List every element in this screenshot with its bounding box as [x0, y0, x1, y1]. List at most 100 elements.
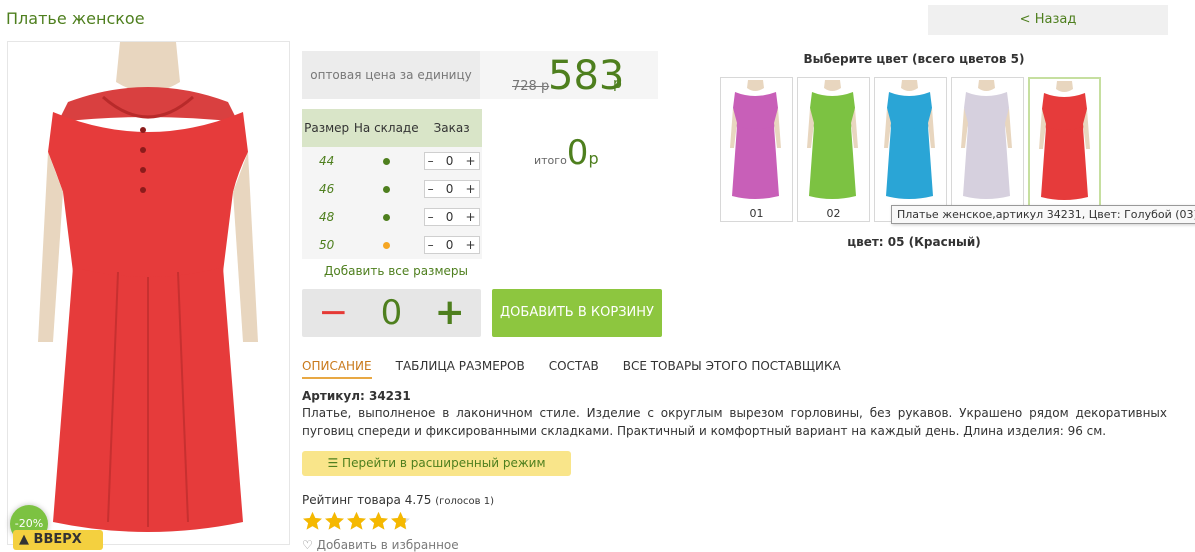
size-minus-button[interactable]: –	[428, 182, 434, 196]
size-row: 48 –0 +	[302, 203, 482, 231]
product-tabs: ОПИСАНИЕ ТАБЛИЦА РАЗМЕРОВ СОСТАВ ВСЕ ТОВ…	[302, 359, 841, 379]
quantity-minus-button[interactable]: −	[318, 295, 348, 331]
order-header: Заказ	[421, 109, 482, 147]
total-currency: р	[588, 149, 599, 168]
size-minus-button[interactable]: –	[428, 210, 434, 224]
rating-label: Рейтинг товара 4.75	[302, 493, 432, 507]
swatch-label: 02	[826, 207, 841, 220]
list-icon: ☰	[327, 456, 343, 470]
total-value: 0	[566, 133, 589, 173]
price-box: оптовая цена за единицу 728 р 583 р	[302, 51, 658, 99]
size-value: 46	[302, 175, 352, 203]
stock-cell	[351, 203, 422, 231]
size-plus-button[interactable]: +	[466, 238, 476, 252]
favorite-link[interactable]: ♡ Добавить в избранное	[302, 538, 459, 552]
size-qty-value[interactable]: 0	[446, 182, 454, 196]
price-currency: р	[613, 76, 622, 92]
size-qty-value[interactable]: 0	[446, 238, 454, 252]
swatch-dress-image	[1039, 81, 1090, 200]
arrow-up-icon: ▲	[19, 532, 34, 547]
page-title: Платье женское	[6, 9, 145, 28]
selected-color-label: цвет: 05 (Красный)	[847, 235, 981, 249]
scroll-top-label: ВВЕРХ	[33, 532, 82, 547]
color-swatch[interactable]	[1028, 77, 1101, 222]
swatch-label: 01	[749, 207, 764, 220]
color-chooser-title: Выберите цвет (всего цветов 5)	[803, 52, 1025, 66]
old-price: 728 р	[512, 79, 550, 94]
size-qty-value[interactable]: 0	[446, 154, 454, 168]
size-minus-button[interactable]: –	[428, 154, 434, 168]
size-plus-button[interactable]: +	[466, 182, 476, 196]
swatch-dress-image	[730, 80, 781, 199]
size-value: 50	[302, 231, 352, 259]
size-plus-button[interactable]: +	[466, 210, 476, 224]
tab-description[interactable]: ОПИСАНИЕ	[302, 359, 372, 379]
size-row: 50 –0 +	[302, 231, 482, 259]
size-minus-button[interactable]: –	[428, 238, 434, 252]
size-qty-stepper: –0 +	[423, 236, 480, 254]
stock-cell	[351, 231, 422, 259]
star-icon[interactable]	[390, 511, 411, 532]
quantity-plus-button[interactable]: +	[435, 295, 465, 331]
price-label: оптовая цена за единицу	[302, 51, 480, 99]
favorite-label: Добавить в избранное	[316, 538, 459, 552]
size-table: Размер На складе Заказ 44–0 +46–0 +48–0 +50…	[302, 109, 482, 259]
stock-indicator-icon	[382, 186, 390, 193]
size-header: Размер	[302, 109, 352, 147]
size-value: 48	[302, 203, 352, 231]
size-qty-stepper: –0 +	[423, 152, 480, 170]
stock-indicator-icon	[382, 242, 390, 249]
scroll-top-button[interactable]: ▲ ВВЕРХ	[13, 530, 103, 550]
advanced-mode-button[interactable]: ☰ Перейти в расширенный режим	[302, 451, 571, 476]
advanced-mode-label: Перейти в расширенный режим	[342, 456, 546, 470]
rating-text: Рейтинг товара 4.75 (голосов 1)	[302, 493, 494, 507]
tab-composition[interactable]: СОСТАВ	[549, 359, 599, 379]
heart-icon: ♡	[302, 538, 317, 552]
star-icon[interactable]	[324, 511, 345, 532]
color-swatch[interactable]	[874, 77, 947, 222]
order-cell: –0 +	[421, 175, 482, 203]
add-all-sizes-link[interactable]: Добавить все размеры	[324, 264, 468, 278]
rating-stars[interactable]	[302, 511, 411, 532]
size-value: 44	[302, 147, 352, 175]
product-main-image[interactable]	[7, 41, 290, 545]
star-icon[interactable]	[346, 511, 367, 532]
quantity-value[interactable]: 0	[381, 293, 403, 333]
size-qty-stepper: –0 +	[423, 208, 480, 226]
article-number: Артикул: 34231	[302, 389, 411, 403]
size-qty-value[interactable]: 0	[446, 210, 454, 224]
price-values: 728 р 583 р	[480, 51, 658, 99]
color-swatch[interactable]	[951, 77, 1024, 222]
total-label: итого	[534, 154, 567, 167]
color-swatches: 01 02	[720, 77, 1101, 222]
stock-cell	[351, 175, 422, 203]
back-button[interactable]: < Назад	[928, 5, 1168, 35]
rating-votes: (голосов 1)	[435, 496, 495, 507]
star-icon[interactable]	[368, 511, 389, 532]
order-cell: –0 +	[421, 203, 482, 231]
size-row: 46 –0 +	[302, 175, 482, 203]
color-swatch[interactable]: 01	[720, 77, 793, 222]
swatch-dress-image	[961, 80, 1012, 199]
size-plus-button[interactable]: +	[466, 154, 476, 168]
stock-header: На складе	[351, 109, 422, 147]
color-swatch[interactable]: 02	[797, 77, 870, 222]
stock-indicator-icon	[382, 214, 390, 221]
quantity-stepper: − 0 +	[302, 289, 481, 337]
stock-indicator-icon	[382, 158, 390, 165]
swatch-dress-image	[807, 80, 858, 199]
order-cell: –0 +	[421, 147, 482, 175]
order-cell: –0 +	[421, 231, 482, 259]
color-tooltip: Платье женское,артикул 34231, Цвет: Голу…	[891, 205, 1195, 224]
stock-cell	[351, 147, 422, 175]
add-to-cart-button[interactable]: ДОБАВИТЬ В КОРЗИНУ	[492, 289, 662, 337]
dress-image	[38, 42, 258, 532]
product-description: Платье, выполненое в лаконичном стиле. И…	[302, 406, 1167, 438]
tab-supplier-products[interactable]: ВСЕ ТОВАРЫ ЭТОГО ПОСТАВЩИКА	[623, 359, 841, 379]
total: итого0р	[534, 133, 599, 173]
swatch-dress-image	[884, 80, 935, 199]
tab-size-table[interactable]: ТАБЛИЦА РАЗМЕРОВ	[396, 359, 525, 379]
size-row: 44 –0 +	[302, 147, 482, 175]
star-icon[interactable]	[302, 511, 323, 532]
size-qty-stepper: –0 +	[423, 180, 480, 198]
